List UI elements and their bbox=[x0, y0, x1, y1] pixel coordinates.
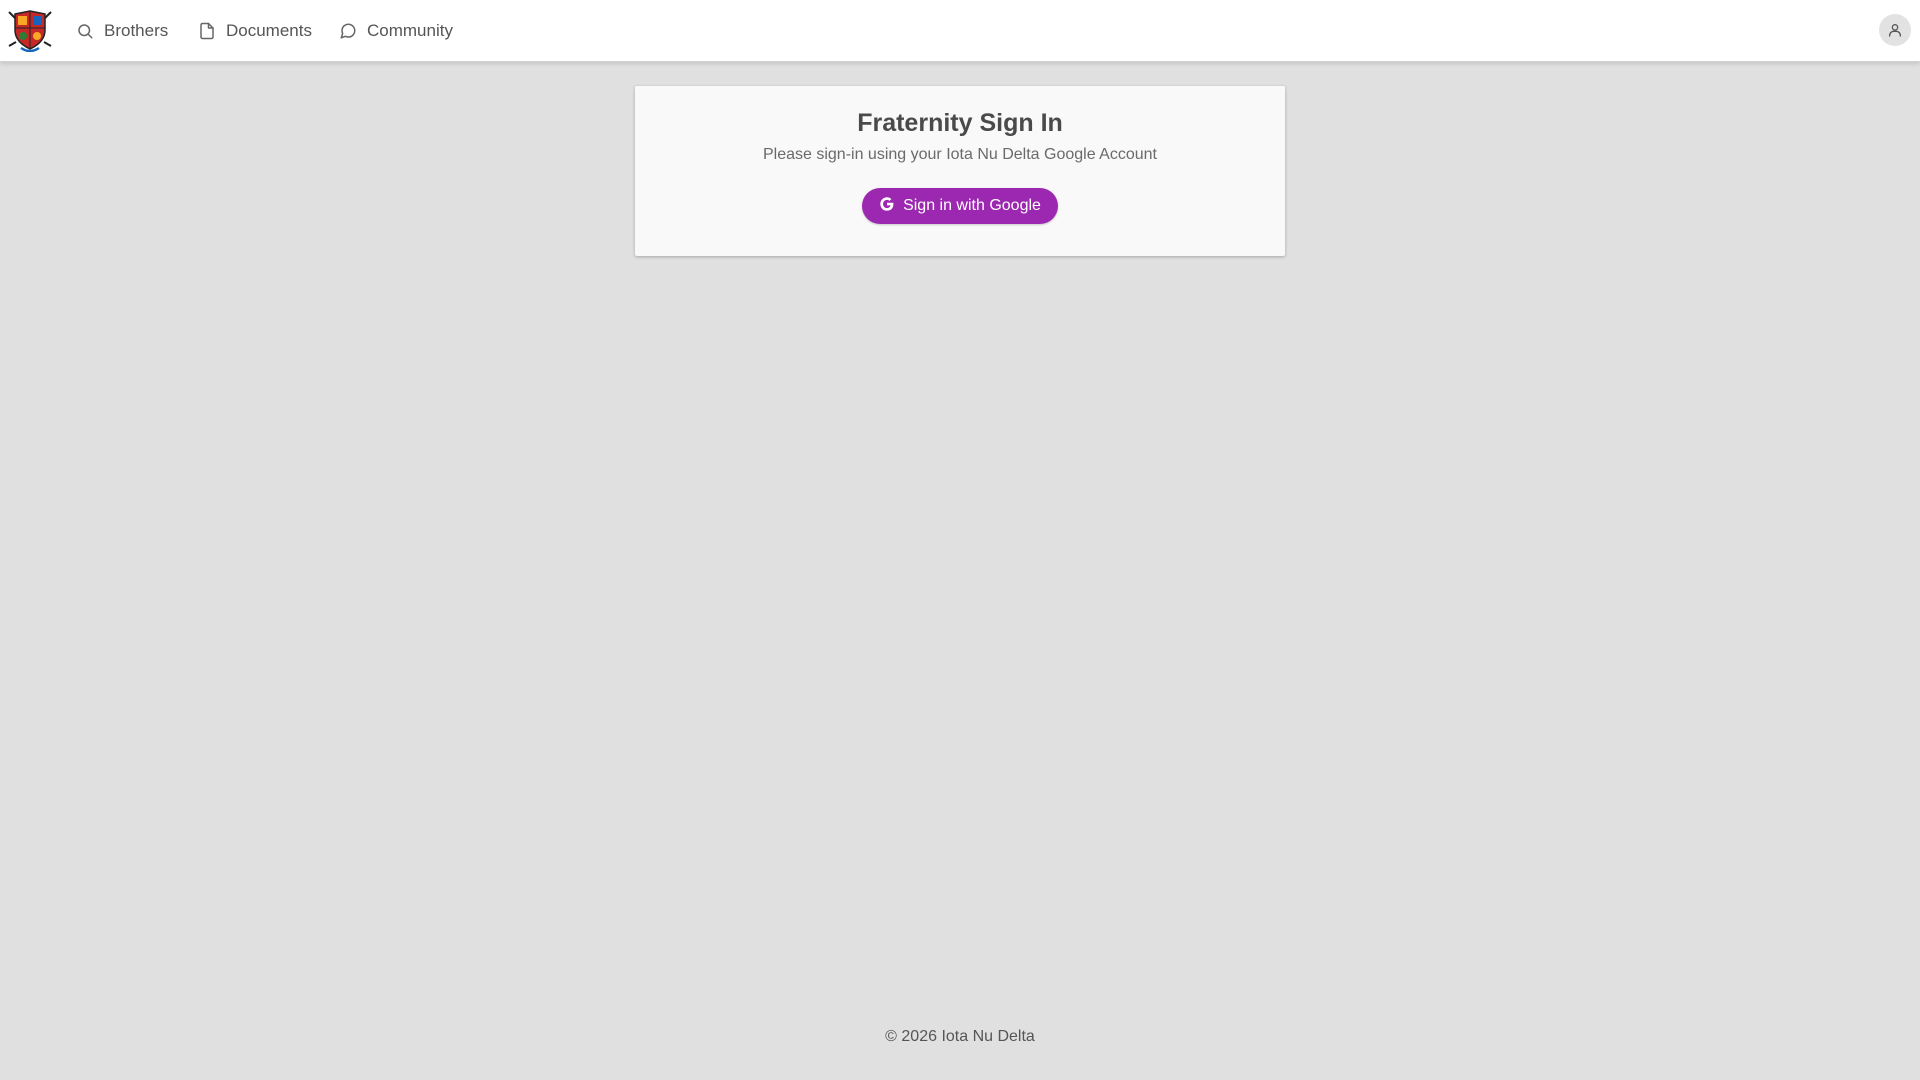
search-icon bbox=[78, 24, 93, 39]
google-g-icon bbox=[879, 196, 895, 217]
account-avatar-button[interactable] bbox=[1879, 14, 1911, 46]
page-footer: © 2026 Iota Nu Delta bbox=[0, 1028, 1920, 1046]
nav-item-brothers[interactable]: Brothers bbox=[76, 0, 168, 62]
nav-item-community[interactable]: Community bbox=[339, 0, 453, 62]
nav-item-label: Community bbox=[367, 21, 453, 40]
sign-in-title: Fraternity Sign In bbox=[857, 109, 1063, 137]
user-icon bbox=[1889, 24, 1901, 37]
fraternity-crest-logo[interactable] bbox=[7, 8, 53, 53]
copyright-text: © 2026 Iota Nu Delta bbox=[885, 1028, 1035, 1045]
sign-in-card: Fraternity Sign In Please sign-in using … bbox=[635, 86, 1285, 256]
nav-item-label: Brothers bbox=[104, 21, 169, 40]
sign-in-button-label: Sign in with Google bbox=[903, 197, 1041, 214]
top-navbar: Brothers Documents Community bbox=[0, 0, 1920, 62]
document-icon bbox=[200, 22, 214, 40]
chat-bubble-icon bbox=[340, 23, 356, 39]
nav-item-documents[interactable]: Documents bbox=[198, 0, 312, 62]
sign-in-subtitle: Please sign-in using your Iota Nu Delta … bbox=[762, 146, 1157, 163]
nav-item-label: Documents bbox=[226, 21, 312, 40]
sign-in-with-google-button[interactable]: Sign in with Google bbox=[862, 188, 1058, 224]
